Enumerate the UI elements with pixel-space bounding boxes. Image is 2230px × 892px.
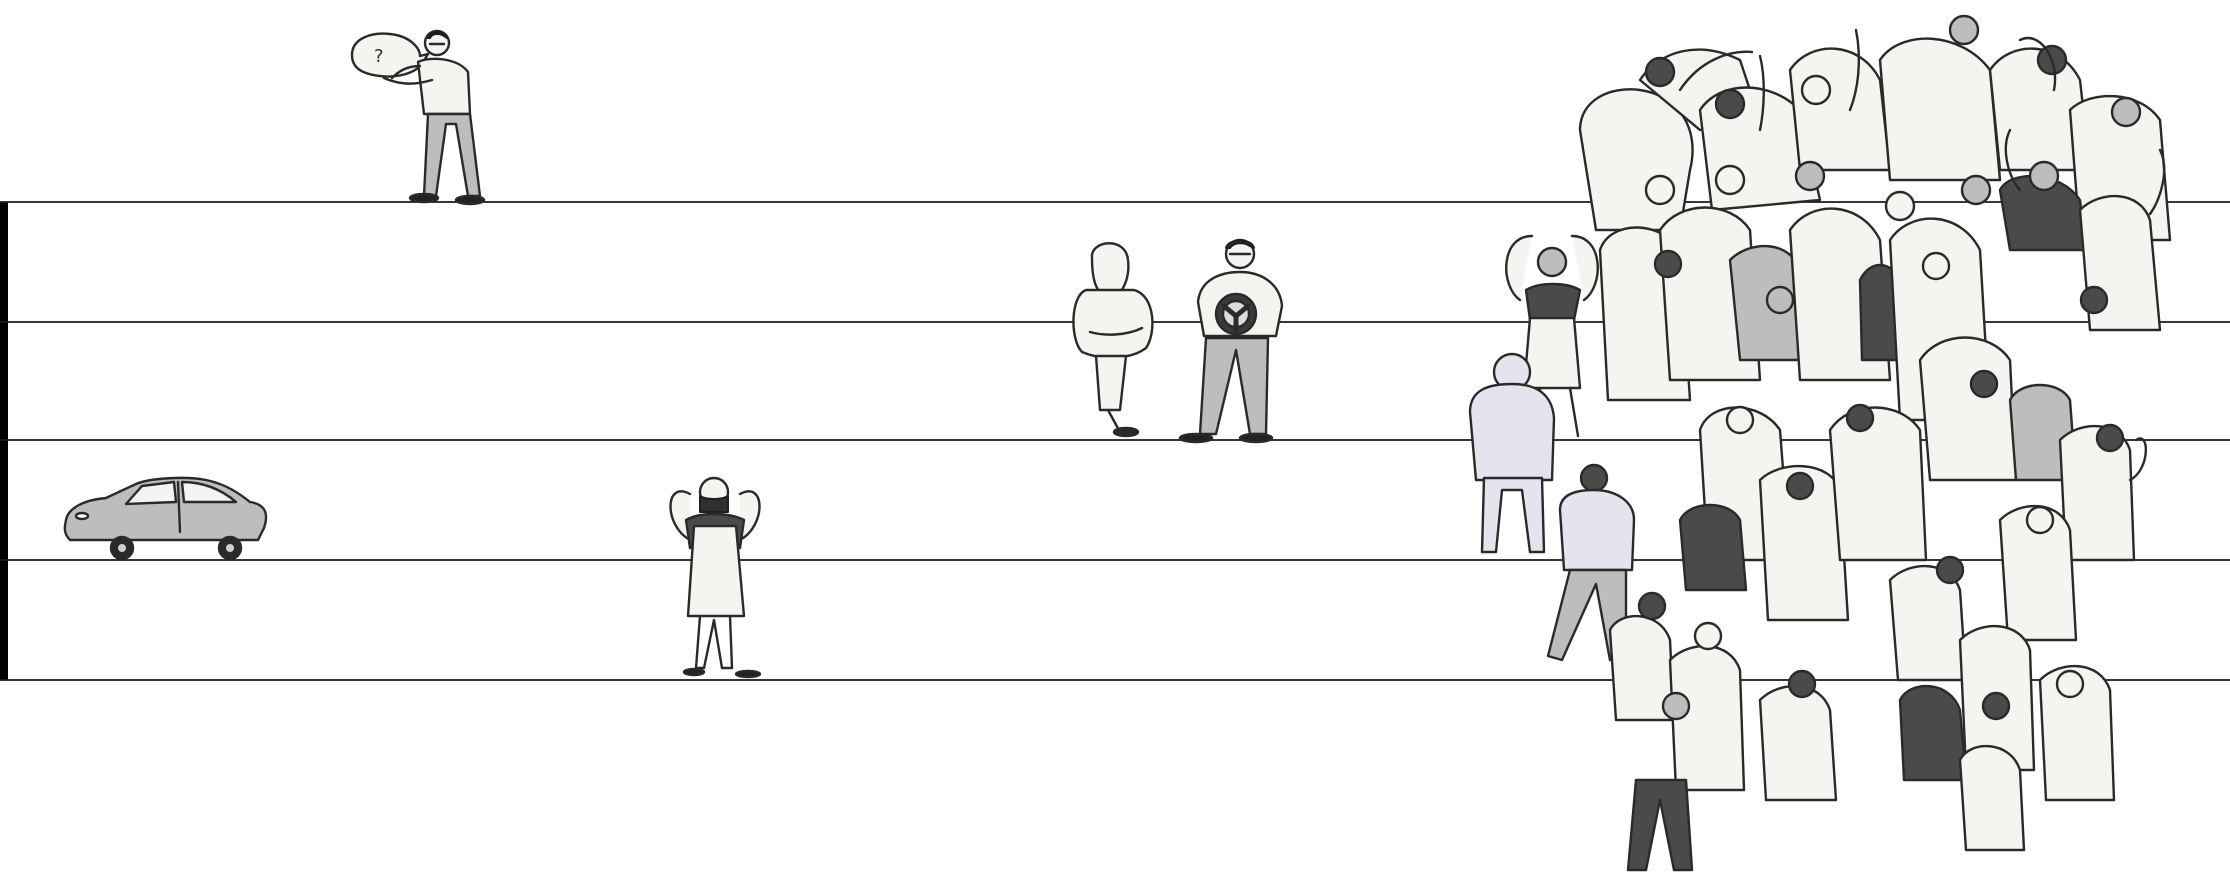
woman-arms-crossed (1072, 242, 1154, 438)
illustration-canvas: ? (0, 14, 2230, 872)
car-icon (63, 476, 268, 561)
man-with-steering-wheel (1178, 238, 1284, 444)
left-edge-bar (0, 202, 8, 680)
speech-bubble-text: ? (374, 46, 384, 67)
crowd-of-people (1468, 14, 2172, 872)
speech-bubble-icon (350, 32, 430, 78)
person-with-speech-bubble: ? (350, 29, 486, 206)
steering-wheel-icon (1214, 292, 1258, 336)
person-hands-on-head (669, 476, 762, 679)
